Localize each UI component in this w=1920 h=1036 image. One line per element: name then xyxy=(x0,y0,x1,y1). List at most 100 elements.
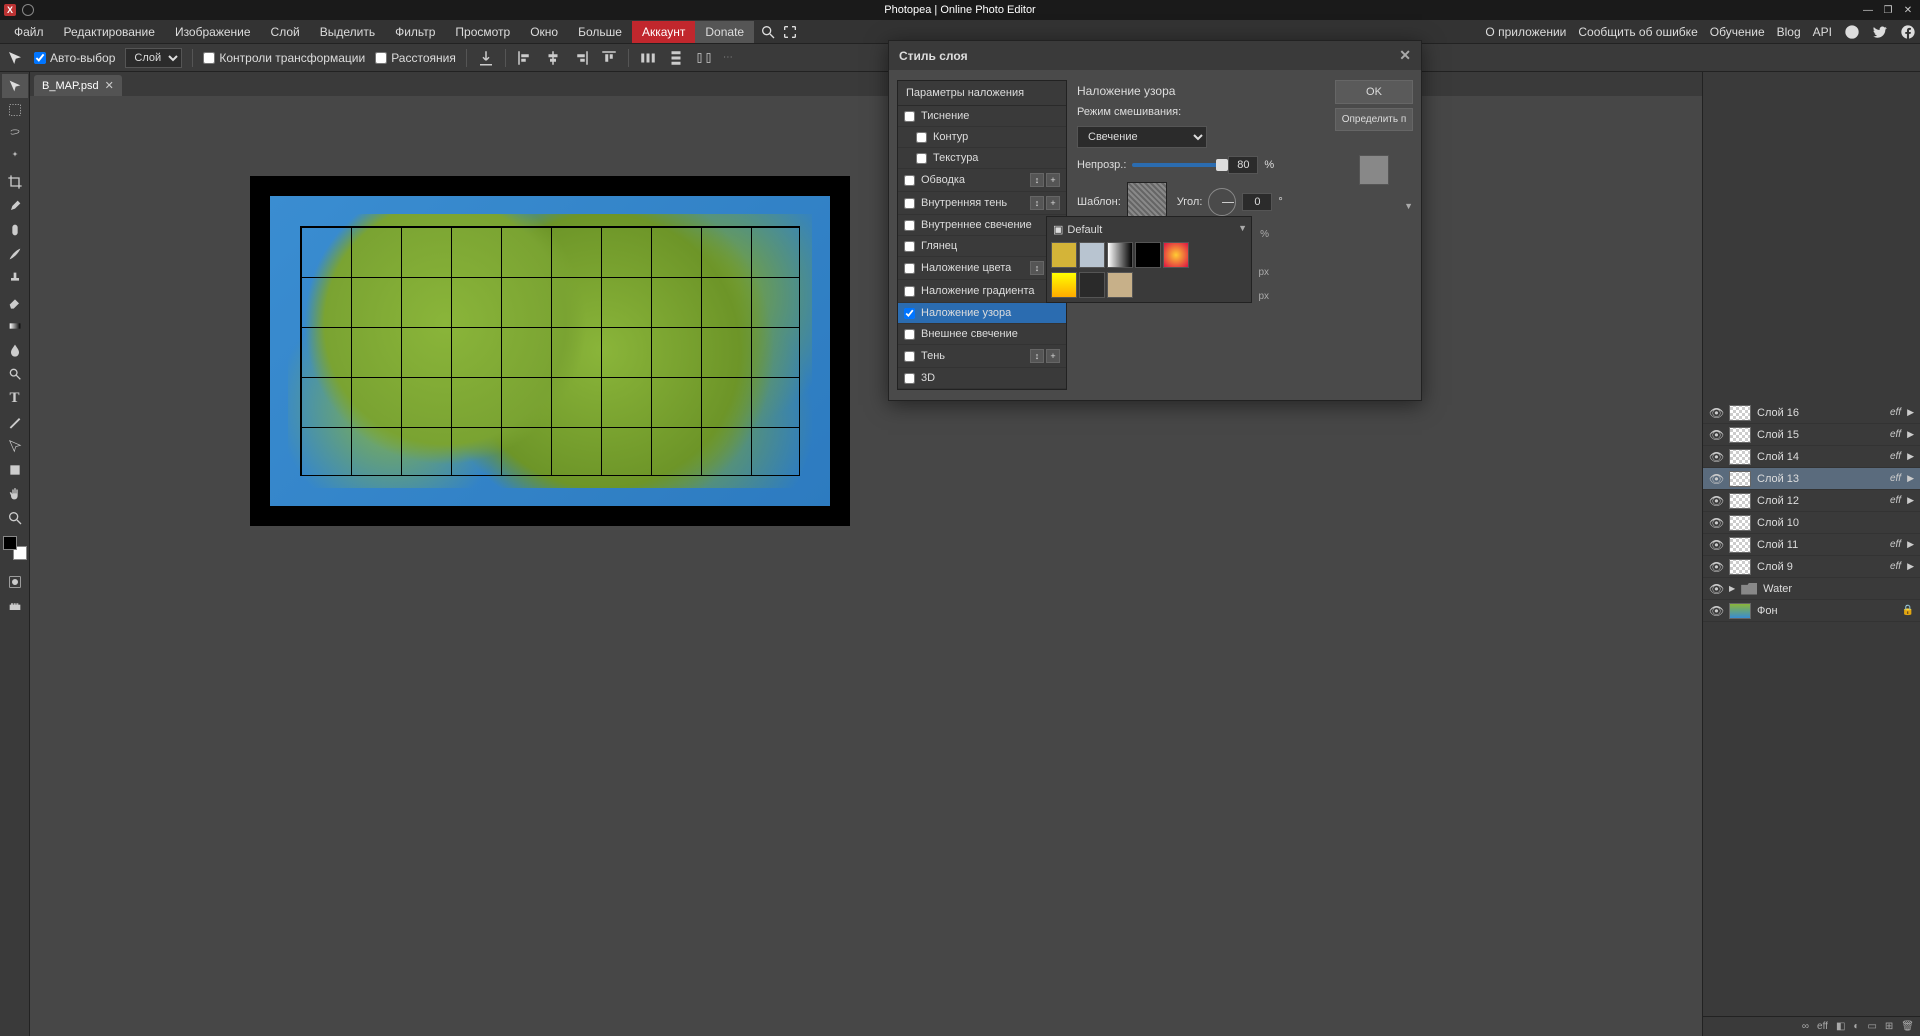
close-button[interactable]: ✕ xyxy=(1900,3,1916,17)
autoselect-checkbox[interactable]: Авто-выбор xyxy=(34,51,115,65)
menu-account[interactable]: Аккаунт xyxy=(632,21,695,43)
layer-effects-icon[interactable]: eff xyxy=(1817,1021,1828,1032)
layer-thumbnail[interactable] xyxy=(1729,471,1751,487)
marquee-tool[interactable] xyxy=(2,98,28,122)
effect-3d[interactable]: 3D xyxy=(898,368,1066,389)
pattern-swatch[interactable] xyxy=(1079,272,1105,298)
align-top-icon[interactable] xyxy=(600,49,618,67)
layer-row[interactable]: 👁 Слой 11 eff▶ xyxy=(1703,534,1920,556)
align-left-icon[interactable] xyxy=(516,49,534,67)
move-tool[interactable] xyxy=(2,74,28,98)
add-mask-icon[interactable]: ◧ xyxy=(1836,1021,1845,1032)
blend-mode-select[interactable]: Свечение xyxy=(1077,126,1207,148)
pattern-swatch[interactable] xyxy=(1051,242,1077,268)
dialog-titlebar[interactable]: Стиль слоя ✕ xyxy=(889,41,1421,70)
visibility-icon[interactable]: 👁 xyxy=(1709,516,1723,530)
effect-contour[interactable]: Контур xyxy=(898,127,1066,148)
layer-thumbnail[interactable] xyxy=(1729,559,1751,575)
wand-tool[interactable] xyxy=(2,146,28,170)
add-effect-icon[interactable]: + xyxy=(1046,173,1060,187)
align-right-icon[interactable] xyxy=(572,49,590,67)
reddit-icon[interactable] xyxy=(1844,24,1860,40)
menu-layer[interactable]: Слой xyxy=(261,21,310,43)
effects-list-header[interactable]: Параметры наложения xyxy=(898,81,1066,106)
blur-tool[interactable] xyxy=(2,338,28,362)
reorder-icon[interactable]: ↕ xyxy=(1030,349,1044,363)
quickmask-tool[interactable] xyxy=(2,570,28,594)
angle-input[interactable] xyxy=(1242,193,1272,211)
pattern-swatch[interactable] xyxy=(1107,272,1133,298)
lock-icon[interactable]: 🔒 xyxy=(1902,605,1914,616)
more-options-icon[interactable]: ⋯ xyxy=(723,52,733,63)
link-layers-icon[interactable]: ∞ xyxy=(1802,1021,1809,1032)
visibility-icon[interactable]: 👁 xyxy=(1709,472,1723,486)
visibility-icon[interactable]: 👁 xyxy=(1709,428,1723,442)
pattern-folder-header[interactable]: ▣ Default ▼ xyxy=(1049,219,1249,240)
tab-close-icon[interactable]: ✕ xyxy=(105,79,114,92)
new-layer-icon[interactable]: ⊞ xyxy=(1885,1021,1893,1032)
eraser-tool[interactable] xyxy=(2,290,28,314)
effect-inner-shadow[interactable]: Внутренняя тень↕+ xyxy=(898,192,1066,215)
link-about[interactable]: О приложении xyxy=(1485,25,1566,39)
menu-edit[interactable]: Редактирование xyxy=(54,21,165,43)
type-tool[interactable]: T xyxy=(2,386,28,410)
collapse-icon[interactable]: ▼ xyxy=(1335,201,1413,211)
twitter-icon[interactable] xyxy=(1872,24,1888,40)
layer-thumbnail[interactable] xyxy=(1729,449,1751,465)
menu-view[interactable]: Просмотр xyxy=(445,21,520,43)
document-tab[interactable]: B_MAP.psd ✕ xyxy=(34,75,122,96)
visibility-icon[interactable]: 👁 xyxy=(1709,494,1723,508)
dropdown-caret-icon[interactable]: ▼ xyxy=(1238,223,1247,233)
add-effect-icon[interactable]: + xyxy=(1046,349,1060,363)
foreground-color[interactable] xyxy=(3,536,17,550)
window-dot-icon[interactable] xyxy=(22,4,34,16)
shape-tool[interactable] xyxy=(2,458,28,482)
new-group-icon[interactable]: ▭ xyxy=(1867,1021,1876,1032)
menu-file[interactable]: Файл xyxy=(4,21,54,43)
delete-layer-icon[interactable]: 🗑 xyxy=(1901,1021,1914,1032)
canvas-area[interactable] xyxy=(30,96,1702,1036)
gradient-tool[interactable] xyxy=(2,314,28,338)
reorder-icon[interactable]: ↕ xyxy=(1030,261,1044,275)
pattern-swatch[interactable] xyxy=(1135,242,1161,268)
screenmode-tool[interactable] xyxy=(2,594,28,618)
caret-icon[interactable]: ▶ xyxy=(1907,495,1914,506)
search-icon[interactable] xyxy=(760,24,776,40)
transform-controls-checkbox[interactable]: Контроли трансформации xyxy=(203,51,365,65)
layer-row[interactable]: 👁 Слой 10 xyxy=(1703,512,1920,534)
effect-color-overlay[interactable]: Наложение цвета↕+ xyxy=(898,257,1066,280)
caret-icon[interactable]: ▶ xyxy=(1907,539,1914,550)
pen-tool[interactable] xyxy=(2,410,28,434)
layer-row[interactable]: 👁 Слой 12 eff▶ xyxy=(1703,490,1920,512)
opacity-input[interactable] xyxy=(1228,156,1258,174)
reorder-icon[interactable]: ↕ xyxy=(1030,196,1044,210)
visibility-icon[interactable]: 👁 xyxy=(1709,560,1723,574)
layer-thumbnail[interactable] xyxy=(1729,537,1751,553)
layer-thumbnail[interactable] xyxy=(1729,427,1751,443)
effect-texture[interactable]: Текстура xyxy=(898,148,1066,169)
facebook-icon[interactable] xyxy=(1900,24,1916,40)
autoselect-target-select[interactable]: Слой xyxy=(125,48,182,68)
visibility-icon[interactable]: 👁 xyxy=(1709,582,1723,596)
caret-icon[interactable]: ▶ xyxy=(1907,407,1914,418)
define-pattern-button[interactable]: Определить п xyxy=(1335,108,1413,131)
dodge-tool[interactable] xyxy=(2,362,28,386)
menu-select[interactable]: Выделить xyxy=(310,21,385,43)
effect-outer-glow[interactable]: Внешнее свечение xyxy=(898,324,1066,345)
add-effect-icon[interactable]: + xyxy=(1046,196,1060,210)
layer-row[interactable]: 👁 Слой 16 eff▶ xyxy=(1703,402,1920,424)
ok-button[interactable]: OK xyxy=(1335,80,1413,104)
opacity-slider[interactable] xyxy=(1132,163,1222,167)
link-learn[interactable]: Обучение xyxy=(1710,25,1765,39)
distances-checkbox[interactable]: Расстояния xyxy=(375,51,456,65)
layer-row[interactable]: 👁 Слой 9 eff▶ xyxy=(1703,556,1920,578)
effect-inner-glow[interactable]: Внутреннее свечение xyxy=(898,215,1066,236)
layer-thumbnail[interactable] xyxy=(1729,405,1751,421)
distribute-h-icon[interactable] xyxy=(639,49,657,67)
maximize-button[interactable]: ❐ xyxy=(1880,3,1896,17)
menu-window[interactable]: Окно xyxy=(520,21,568,43)
align-down-icon[interactable] xyxy=(477,49,495,67)
layer-row[interactable]: 👁 Слой 14 eff▶ xyxy=(1703,446,1920,468)
dialog-close-button[interactable]: ✕ xyxy=(1399,47,1411,64)
visibility-icon[interactable]: 👁 xyxy=(1709,538,1723,552)
